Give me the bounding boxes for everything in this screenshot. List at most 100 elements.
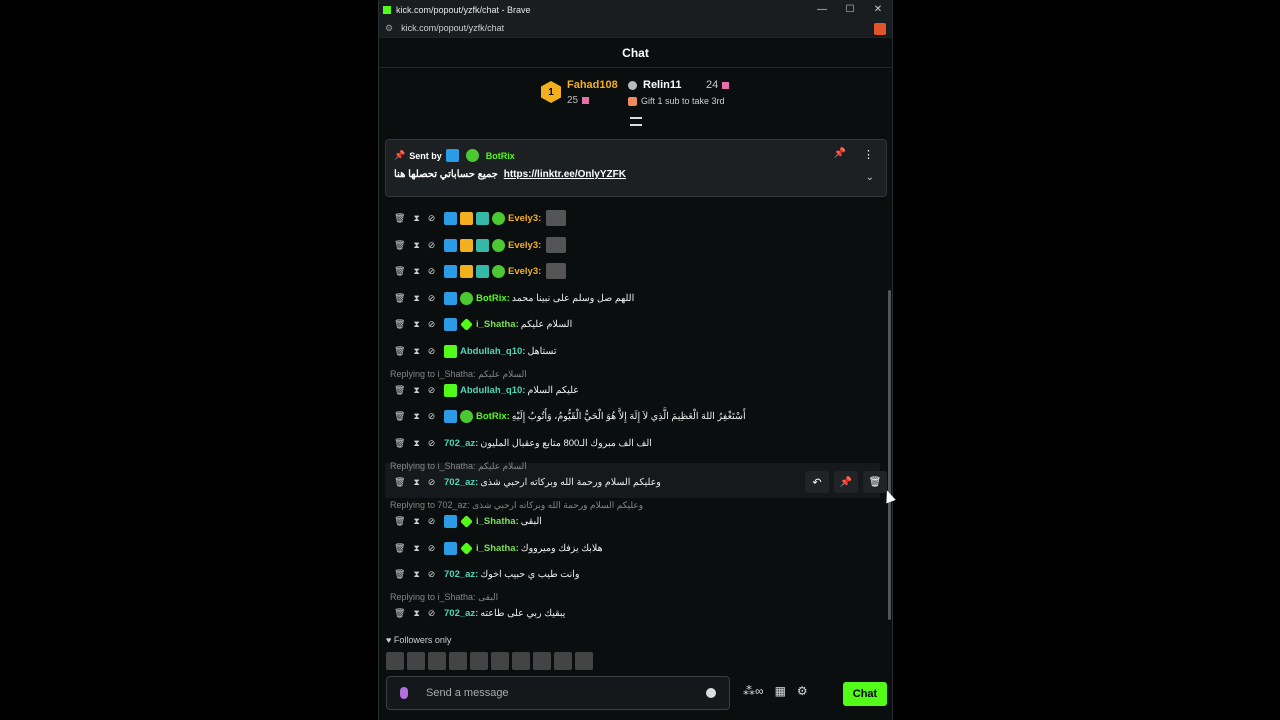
timeout-icon[interactable]: ⧗ <box>413 266 419 277</box>
message-text: البقى <box>520 515 542 527</box>
delete-message-icon[interactable]: 🗑 <box>394 319 405 330</box>
delete-message-icon[interactable]: 🗑 <box>394 240 405 251</box>
delete-message-icon[interactable]: 🗑 <box>394 477 405 488</box>
timeout-icon[interactable]: ⧗ <box>413 569 419 580</box>
delete-message-icon[interactable]: 🗑 <box>394 438 405 449</box>
message-input[interactable] <box>426 687 706 699</box>
ban-icon[interactable]: ⊘ <box>428 411 436 422</box>
message-text: اللهم صل وسلم على نبينا محمد <box>511 292 635 304</box>
emote-8[interactable] <box>533 652 551 670</box>
delete-message-icon[interactable]: 🗑 <box>394 266 405 277</box>
timeout-icon[interactable]: ⧗ <box>413 346 419 357</box>
emote-10[interactable] <box>575 652 593 670</box>
timeout-icon[interactable]: ⧗ <box>413 477 419 488</box>
timeout-icon[interactable]: ⧗ <box>413 543 419 554</box>
timeout-icon[interactable]: ⧗ <box>413 240 419 251</box>
mod-actions: 🗑 ⧗ ⊘ <box>394 319 438 330</box>
brave-shield-icon[interactable] <box>874 23 886 35</box>
pinned-sender[interactable]: BotRix <box>486 151 515 161</box>
username[interactable]: Abdullah_q10: <box>460 346 525 357</box>
username[interactable]: 702_az: <box>444 608 478 619</box>
username[interactable]: 702_az: <box>444 569 478 580</box>
emote-5[interactable] <box>470 652 488 670</box>
username[interactable]: BotRix: <box>476 411 510 422</box>
mod-actions: 🗑 ⧗ ⊘ <box>394 411 438 422</box>
username[interactable]: 702_az: <box>444 477 478 488</box>
maximize-button[interactable]: ☐ <box>836 0 864 19</box>
pinned-link[interactable]: https://linktr.ee/OnlyYZFK <box>504 169 626 180</box>
user-badge-icon <box>460 541 473 555</box>
username[interactable]: Abdullah_q10: <box>460 385 525 396</box>
chevron-down-icon[interactable]: ⌄ <box>866 172 874 183</box>
more-options-icon[interactable]: ⋮ <box>863 148 874 161</box>
ban-icon[interactable]: ⊘ <box>428 438 436 449</box>
unpin-icon[interactable]: 📌 <box>834 148 846 159</box>
username[interactable]: i_Shatha: <box>476 319 519 330</box>
emote-3[interactable] <box>428 652 446 670</box>
delete-message-icon[interactable]: 🗑 <box>394 608 405 619</box>
close-button[interactable]: ✕ <box>864 0 892 19</box>
emote-9[interactable] <box>554 652 572 670</box>
timeout-icon[interactable]: ⧗ <box>413 608 419 619</box>
minimize-button[interactable]: — <box>808 0 836 19</box>
ban-icon[interactable]: ⊘ <box>428 569 436 580</box>
username[interactable]: Evely3: <box>508 240 541 251</box>
ban-icon[interactable]: ⊘ <box>428 266 436 277</box>
timeout-icon[interactable]: ⧗ <box>413 319 419 330</box>
store-icon[interactable]: ▦ <box>775 684 786 698</box>
ban-icon[interactable]: ⊘ <box>428 516 436 527</box>
delete-message-icon[interactable]: 🗑 <box>394 516 405 527</box>
ban-icon[interactable]: ⊘ <box>428 477 436 488</box>
delete-message-icon[interactable]: 🗑 <box>394 569 405 580</box>
ban-icon[interactable]: ⊘ <box>428 385 436 396</box>
ban-icon[interactable]: ⊘ <box>428 543 436 554</box>
emote-2[interactable] <box>407 652 425 670</box>
ban-icon[interactable]: ⊘ <box>428 346 436 357</box>
timeout-icon[interactable]: ⧗ <box>413 293 419 304</box>
delete-message-icon[interactable]: 🗑 <box>394 293 405 304</box>
emote-6[interactable] <box>491 652 509 670</box>
user-badge-icon <box>444 409 457 423</box>
ban-icon[interactable]: ⊘ <box>428 319 436 330</box>
username[interactable]: Evely3: <box>508 266 541 277</box>
timeout-icon[interactable]: ⧗ <box>413 411 419 422</box>
settings-gear-icon[interactable]: ⚙ <box>797 684 808 698</box>
delete-message-icon[interactable]: 🗑 <box>394 213 405 224</box>
reply-icon[interactable]: ↶ <box>805 471 829 493</box>
timeout-icon[interactable]: ⧗ <box>413 385 419 396</box>
username[interactable]: 702_az: <box>444 438 478 449</box>
emoji-icon[interactable] <box>706 688 716 698</box>
timeout-icon[interactable]: ⧗ <box>413 516 419 527</box>
delete-message-icon[interactable]: 🗑 <box>394 385 405 396</box>
username[interactable]: i_Shatha: <box>476 543 519 554</box>
emote-1[interactable] <box>386 652 404 670</box>
ban-icon[interactable]: ⊘ <box>428 293 436 304</box>
message-input-box[interactable] <box>386 676 730 710</box>
chat-message: 🗑 ⧗ ⊘ 702_az: الف الف مبروك الـ800 متابع وعق… <box>385 432 880 454</box>
emote-7[interactable] <box>512 652 530 670</box>
timeout-icon[interactable]: ⧗ <box>413 438 419 449</box>
leader-second-name[interactable]: Relin11 <box>643 79 682 91</box>
chat-scrollbar[interactable] <box>888 290 891 620</box>
ban-icon[interactable]: ⊘ <box>428 240 436 251</box>
delete-message-icon[interactable]: 🗑 <box>394 346 405 357</box>
emote-4[interactable] <box>449 652 467 670</box>
site-settings-icon[interactable]: ⚙ <box>385 23 393 34</box>
delete-message-icon[interactable]: 🗑 <box>394 543 405 554</box>
timeout-icon[interactable]: ⧗ <box>413 213 419 224</box>
address-bar[interactable]: ⚙ kick.com/popout/yzfk/chat <box>379 19 892 38</box>
delete-message-icon[interactable]: 🗑 <box>394 411 405 422</box>
ban-icon[interactable]: ⊘ <box>428 608 436 619</box>
username[interactable]: BotRix: <box>476 293 510 304</box>
send-chat-button[interactable]: Chat <box>843 682 887 706</box>
username[interactable]: i_Shatha: <box>476 516 519 527</box>
collapse-leaderboard-icon[interactable] <box>630 117 642 126</box>
microphone-icon[interactable] <box>400 687 408 699</box>
ban-icon[interactable]: ⊘ <box>428 213 436 224</box>
pin-message-icon[interactable]: 📌 <box>834 471 858 493</box>
user-badge-icon <box>460 264 473 278</box>
delete-icon[interactable]: 🗑 <box>863 471 887 493</box>
points-icon[interactable]: ⁂∞ <box>743 684 764 698</box>
username[interactable]: Evely3: <box>508 213 541 224</box>
leader-first-name[interactable]: Fahad108 <box>567 79 618 91</box>
